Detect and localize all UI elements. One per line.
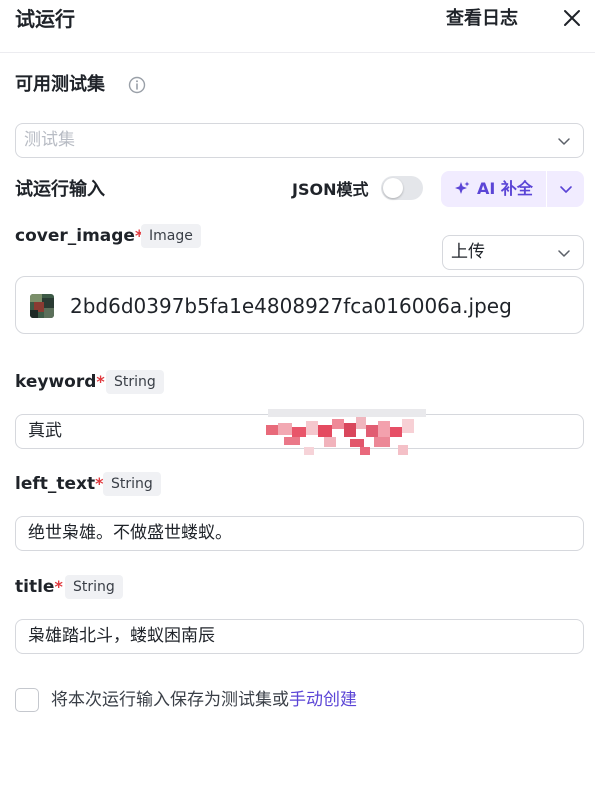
redaction-mosaic	[264, 409, 426, 457]
ai-fill-label: AI 补全	[477, 179, 533, 198]
ai-fill-button-group: AI 补全	[441, 171, 584, 207]
param-name-keyword: keyword*	[15, 370, 105, 394]
keyword-value: 真武	[28, 421, 62, 441]
param-name-text: title	[15, 577, 55, 597]
title-input[interactable]: 枭雄踏北斗，蝼蚁困南辰	[15, 619, 584, 654]
chevron-down-icon	[560, 186, 572, 193]
sparkle-icon	[455, 181, 470, 194]
param-name-title: title*	[15, 575, 63, 599]
ai-fill-button[interactable]: AI 补全	[441, 171, 546, 207]
info-icon[interactable]	[128, 76, 146, 94]
view-log-button[interactable]: 查看日志	[446, 4, 518, 34]
image-thumbnail-icon	[30, 294, 54, 318]
type-badge: String	[103, 472, 161, 496]
page-title: 试运行	[15, 7, 75, 31]
type-badge: String	[65, 575, 123, 599]
param-name-text: cover_image	[15, 226, 135, 246]
uploaded-file[interactable]: 2bd6d0397b5fa1e4808927fca016006a.jpeg	[15, 276, 584, 334]
required-mark: *	[54, 577, 63, 596]
type-badge: String	[106, 370, 164, 394]
chevron-down-icon	[558, 138, 570, 145]
title-value: 枭雄踏北斗，蝼蚁困南辰	[28, 626, 215, 646]
param-name-text: left_text	[15, 474, 96, 494]
upload-mode-select[interactable]: 上传	[442, 235, 584, 270]
toggle-knob	[383, 178, 403, 198]
save-testset-checkbox[interactable]	[15, 688, 39, 712]
close-icon[interactable]	[560, 6, 584, 30]
save-testset-text: 将本次运行输入保存为测试集或手动创建	[51, 688, 357, 712]
testset-select[interactable]: 测试集	[15, 123, 584, 158]
manual-create-link[interactable]: 手动创建	[289, 690, 357, 710]
upload-mode-value: 上传	[451, 242, 485, 262]
json-mode-toggle[interactable]	[381, 176, 423, 200]
ai-fill-dropdown[interactable]	[547, 171, 584, 207]
type-badge: Image	[141, 224, 201, 248]
testset-label: 可用测试集	[15, 74, 105, 95]
header-divider	[0, 52, 595, 53]
required-mark: *	[96, 372, 105, 391]
param-name-text: keyword	[15, 372, 97, 392]
json-mode-label: JSON模式	[292, 180, 369, 199]
file-name: 2bd6d0397b5fa1e4808927fca016006a.jpeg	[70, 294, 512, 318]
param-name-cover-image: cover_image*	[15, 224, 143, 248]
left-text-value: 绝世枭雄。不做盛世蝼蚁。	[28, 523, 232, 543]
param-name-left-text: left_text*	[15, 472, 104, 496]
save-testset-prefix: 将本次运行输入保存为测试集或	[51, 690, 289, 710]
testset-placeholder: 测试集	[24, 130, 75, 150]
left-text-input[interactable]: 绝世枭雄。不做盛世蝼蚁。	[15, 516, 584, 551]
chevron-down-icon	[558, 250, 570, 257]
run-input-label: 试运行输入	[15, 179, 105, 200]
